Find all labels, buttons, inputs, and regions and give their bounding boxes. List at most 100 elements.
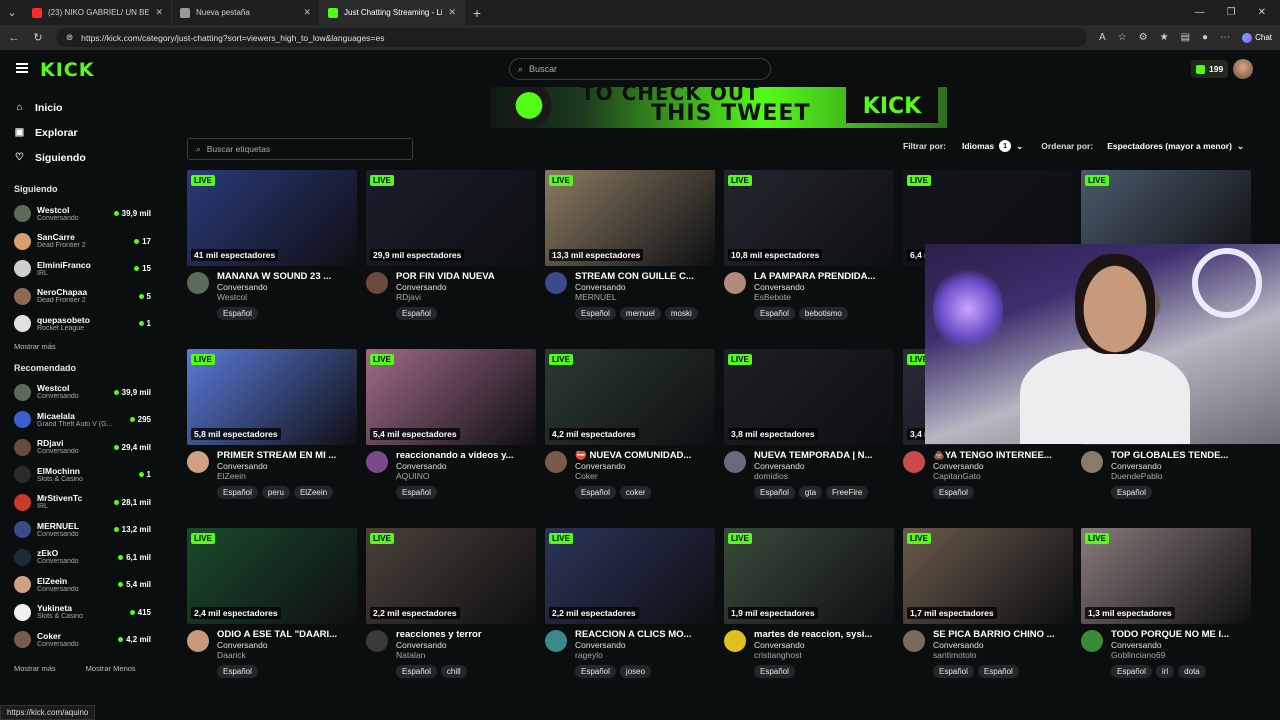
tag-chip[interactable]: Español <box>396 486 437 500</box>
tag-chip[interactable]: mernuel <box>619 307 661 321</box>
tag-chip[interactable]: Español <box>754 307 795 321</box>
stream-thumbnail[interactable]: LIVE 29,9 mil espectadores <box>366 170 536 266</box>
streamer-avatar[interactable] <box>1081 630 1103 652</box>
show-more-recommended[interactable]: Mostrar más <box>14 664 56 673</box>
streamer-name[interactable]: cristianghost <box>754 650 894 661</box>
tab-close-icon[interactable]: ✕ <box>448 7 456 18</box>
tag-chip[interactable]: gta <box>798 486 823 500</box>
sidebar-channel[interactable]: RDjavi Conversando 29,4 mil <box>0 434 165 462</box>
user-avatar[interactable] <box>1233 59 1253 79</box>
browser-tab[interactable]: Just Chatting Streaming - Live Str... ✕ <box>320 0 465 25</box>
languages-dropdown[interactable]: Idiomas 1 ⌄ <box>962 140 1023 152</box>
streamer-name[interactable]: Coker <box>575 471 715 482</box>
sidebar-channel[interactable]: Westcol Conversando 39,9 mil <box>0 200 165 228</box>
reload-icon[interactable]: ↻ <box>32 31 44 44</box>
tag-chip[interactable]: Español <box>575 486 616 500</box>
stream-thumbnail[interactable]: LIVE 1,3 mil espectadores <box>1081 528 1251 624</box>
collections-icon[interactable]: ▤ <box>1181 32 1190 43</box>
stream-card[interactable]: LIVE 2,4 mil espectadores ODIO A ESE TAL "… <box>187 528 357 679</box>
tab-close-icon[interactable]: ✕ <box>303 7 311 18</box>
stream-thumbnail[interactable]: LIVE 13,3 mil espectadores <box>545 170 715 266</box>
streamer-name[interactable]: CapitanGato <box>933 471 1073 482</box>
tag-chip[interactable]: peru <box>261 486 290 500</box>
tag-chip[interactable]: Español <box>754 665 795 679</box>
stream-card[interactable]: LIVE 1,9 mil espectadores martes de reacci… <box>724 528 894 679</box>
new-tab-button[interactable]: + <box>465 5 489 21</box>
tag-chip[interactable]: Español <box>575 307 616 321</box>
tag-chip[interactable]: Español <box>396 665 437 679</box>
menu-icon[interactable] <box>16 63 28 73</box>
streamer-name[interactable]: rageylo <box>575 650 715 661</box>
stream-card[interactable]: LIVE 10,8 mil espectadores LA PAMPARA PREN… <box>724 170 894 321</box>
tag-chip[interactable]: Español <box>933 486 974 500</box>
tag-chip[interactable]: Español <box>217 307 258 321</box>
tag-search-input[interactable]: ⌕ Buscar etiquetas <box>187 138 413 160</box>
sidebar-channel[interactable]: ElminiFranco IRL 15 <box>0 255 165 283</box>
tag-chip[interactable]: Español <box>977 665 1019 679</box>
tag-chip[interactable]: Español <box>933 665 974 679</box>
streamer-name[interactable]: AQUINO <box>396 471 536 482</box>
streamer-name[interactable]: santimotolo <box>933 650 1073 661</box>
streamer-name[interactable]: DuendePablo <box>1111 471 1251 482</box>
streamer-avatar[interactable] <box>366 630 388 652</box>
streamer-avatar[interactable] <box>545 451 567 473</box>
tag-chip[interactable]: Español <box>1111 486 1152 500</box>
tag-chip[interactable]: bebotismo <box>798 307 848 321</box>
stream-card[interactable]: LIVE 2,2 mil espectadores REACCION A CLICS… <box>545 528 715 679</box>
show-more-following[interactable]: Mostrar más <box>14 342 56 351</box>
streamer-name[interactable]: RDjavi <box>396 292 536 303</box>
streamer-name[interactable]: ElZeein <box>217 471 357 482</box>
favorite-icon[interactable]: ☆ <box>1118 32 1127 43</box>
stream-thumbnail[interactable]: LIVE 2,4 mil espectadores <box>187 528 357 624</box>
streamer-avatar[interactable] <box>366 451 388 473</box>
tag-chip[interactable]: FreeFire <box>826 486 869 500</box>
stream-card[interactable]: LIVE 5,4 mil espectadores reaccionando a v… <box>366 349 536 500</box>
tab-close-icon[interactable]: ✕ <box>155 7 163 18</box>
points-badge[interactable]: 199 <box>1191 60 1229 78</box>
sidebar-channel[interactable]: MERNUEL Conversando 13,2 mil <box>0 516 165 544</box>
stream-thumbnail[interactable]: LIVE 41 mil espectadores <box>187 170 357 266</box>
stream-card[interactable]: LIVE 4,2 mil espectadores ⛔ NUEVA COMUNIDA… <box>545 349 715 500</box>
sort-dropdown[interactable]: Espectadores (mayor a menor) ⌄ <box>1107 141 1244 152</box>
sidebar-channel[interactable]: Coker Conversando 4,2 mil <box>0 626 165 654</box>
search-input[interactable]: ⌕ Buscar <box>509 58 771 80</box>
more-icon[interactable]: ⋯ <box>1220 32 1230 43</box>
streamer-avatar[interactable] <box>366 272 388 294</box>
stream-thumbnail[interactable]: LIVE 4,2 mil espectadores <box>545 349 715 445</box>
tag-chip[interactable]: Español <box>575 665 616 679</box>
stream-card[interactable]: LIVE 2,2 mil espectadores reacciones y ter… <box>366 528 536 679</box>
tag-chip[interactable]: moski <box>664 307 698 321</box>
tag-chip[interactable]: chill <box>440 665 467 679</box>
stream-thumbnail[interactable]: LIVE 5,4 mil espectadores <box>366 349 536 445</box>
stream-card[interactable]: LIVE 3,8 mil espectadores NUEVA TEMPORADA … <box>724 349 894 500</box>
kick-logo[interactable]: KICK <box>40 59 94 81</box>
stream-thumbnail[interactable]: LIVE 3,8 mil espectadores <box>724 349 894 445</box>
stream-card[interactable]: LIVE 1,3 mil espectadores TODO PORQUE NO M… <box>1081 528 1251 679</box>
nav-item-siguiendo[interactable]: ♡ Siguiendo <box>0 145 165 170</box>
streamer-avatar[interactable] <box>724 630 746 652</box>
streamer-name[interactable]: EsBebote <box>754 292 894 303</box>
read-aloud-icon[interactable]: A <box>1099 32 1106 43</box>
profile-icon[interactable]: ● <box>1202 32 1208 43</box>
sidebar-channel[interactable]: quepasobeto Rocket League 1 <box>0 310 165 338</box>
sidebar-channel[interactable]: Westcol Conversando 39,9 mil <box>0 379 165 407</box>
sidebar-channel[interactable]: NeroChapaa Dead Frontier 2 5 <box>0 283 165 311</box>
minimize-icon[interactable]: — <box>1195 7 1205 18</box>
extensions-icon[interactable]: ⚙ <box>1139 32 1148 43</box>
promo-banner[interactable]: TO CHECK OUT THIS TWEET KICK <box>491 87 947 128</box>
stream-thumbnail[interactable]: LIVE 10,8 mil espectadores <box>724 170 894 266</box>
tab-list-icon[interactable]: ⌄ <box>0 6 24 19</box>
stream-card[interactable]: LIVE 41 mil espectadores MAÑANA W SOUND 23… <box>187 170 357 321</box>
streamer-name[interactable]: MERNUEL <box>575 292 715 303</box>
streamer-name[interactable]: domidios <box>754 471 894 482</box>
stream-thumbnail[interactable]: LIVE 1,9 mil espectadores <box>724 528 894 624</box>
sidebar-channel[interactable]: SanCarre Dead Frontier 2 17 <box>0 228 165 256</box>
stream-thumbnail[interactable]: LIVE 2,2 mil espectadores <box>366 528 536 624</box>
stream-card[interactable]: LIVE 5,8 mil espectadores PRIMER STREAM EN… <box>187 349 357 500</box>
close-window-icon[interactable]: ✕ <box>1258 7 1266 18</box>
tag-chip[interactable]: Español <box>396 307 437 321</box>
streamer-avatar[interactable] <box>903 630 925 652</box>
copilot-chat-button[interactable]: Chat <box>1242 32 1272 43</box>
sidebar-channel[interactable]: ElZeein Conversando 5,4 mil <box>0 571 165 599</box>
streamer-avatar[interactable] <box>1081 451 1103 473</box>
